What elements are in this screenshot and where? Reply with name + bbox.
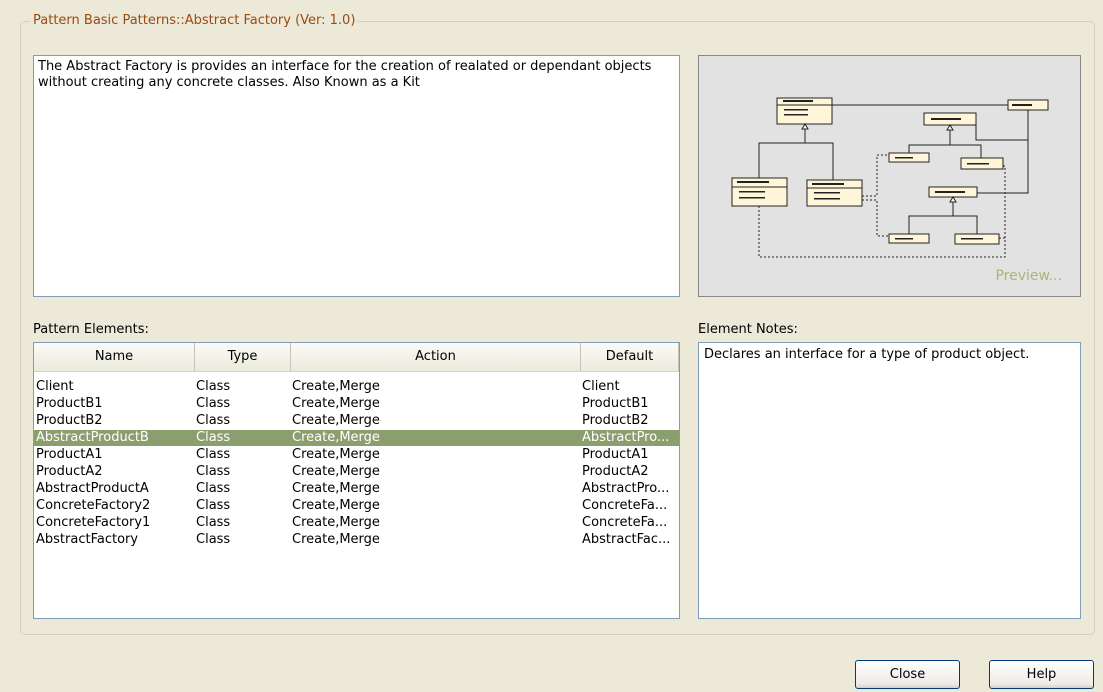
cell-action: Create,Merge (292, 430, 380, 445)
table-row[interactable]: AbstractFactory Class Create,Merge Abstract… (34, 532, 679, 548)
pattern-preview[interactable]: Preview... (698, 55, 1081, 297)
cell-default: ProductB1 (582, 396, 649, 411)
pattern-elements-list[interactable]: Name Type Action Default Client Class Crea… (33, 342, 680, 619)
preview-label: Preview... (995, 268, 1062, 284)
cell-action: Create,Merge (292, 498, 380, 513)
cell-default: Client (582, 379, 620, 394)
cell-action: Create,Merge (292, 515, 380, 530)
cell-action: Create,Merge (292, 447, 380, 462)
table-row[interactable]: ProductB1 Class Create,Merge ProductB1 (34, 396, 679, 412)
cell-name: AbstractProductA (36, 481, 149, 496)
cell-type: Class (196, 413, 231, 428)
cell-name: ProductB1 (36, 396, 103, 411)
uml-diagram-thumbnail (731, 97, 1049, 258)
cell-name: ConcreteFactory1 (36, 515, 151, 530)
cell-type: Class (196, 515, 231, 530)
help-button[interactable]: Help (989, 660, 1094, 689)
cell-action: Create,Merge (292, 481, 380, 496)
table-row[interactable]: ConcreteFactory2 Class Create,Merge Concret… (34, 498, 679, 514)
cell-action: Create,Merge (292, 396, 380, 411)
cell-name: ProductA2 (36, 464, 103, 479)
cell-action: Create,Merge (292, 413, 380, 428)
cell-type: Class (196, 447, 231, 462)
list-header: Name Type Action Default (34, 343, 679, 372)
cell-default: ProductA2 (582, 464, 649, 479)
cell-default: ConcreteFa... (582, 515, 668, 530)
cell-default: ProductB2 (582, 413, 649, 428)
column-header-action[interactable]: Action (291, 343, 581, 371)
element-notes[interactable]: Declares an interface for a type of prod… (698, 342, 1081, 619)
cell-name: AbstractProductB (36, 430, 149, 445)
column-header-type[interactable]: Type (195, 343, 291, 371)
cell-action: Create,Merge (292, 464, 380, 479)
cell-type: Class (196, 379, 231, 394)
cell-default: ConcreteFa... (582, 498, 668, 513)
table-row[interactable]: ProductB2 Class Create,Merge ProductB2 (34, 413, 679, 429)
cell-type: Class (196, 430, 231, 445)
cell-name: Client (36, 379, 74, 394)
table-row[interactable]: ProductA1 Class Create,Merge ProductA1 (34, 447, 679, 463)
cell-type: Class (196, 464, 231, 479)
cell-default: AbstractPro... (582, 481, 670, 496)
group-title: Pattern Basic Patterns::Abstract Factory… (30, 13, 359, 29)
cell-name: ProductB2 (36, 413, 103, 428)
cell-type: Class (196, 532, 231, 547)
table-row[interactable]: ConcreteFactory1 Class Create,Merge Concret… (34, 515, 679, 531)
element-notes-label: Element Notes: (698, 322, 798, 337)
cell-action: Create,Merge (292, 379, 380, 394)
cell-default: AbstractPro... (582, 430, 670, 445)
cell-type: Class (196, 481, 231, 496)
pattern-description[interactable]: The Abstract Factory is provides an inte… (33, 55, 680, 297)
column-header-name[interactable]: Name (34, 343, 195, 371)
cell-name: ConcreteFactory2 (36, 498, 151, 513)
table-row[interactable]: AbstractProductB Class Create,Merge Abstrac… (34, 430, 679, 446)
table-row[interactable]: Client Class Create,Merge Client (34, 379, 679, 395)
table-row[interactable]: AbstractProductA Class Create,Merge Abstrac… (34, 481, 679, 497)
cell-action: Create,Merge (292, 532, 380, 547)
cell-name: AbstractFactory (36, 532, 139, 547)
cell-default: AbstractFac... (582, 532, 671, 547)
cell-type: Class (196, 498, 231, 513)
pattern-elements-label: Pattern Elements: (33, 322, 149, 337)
cell-name: ProductA1 (36, 447, 103, 462)
cell-default: ProductA1 (582, 447, 649, 462)
close-button[interactable]: Close (855, 660, 960, 689)
cell-type: Class (196, 396, 231, 411)
table-row[interactable]: ProductA2 Class Create,Merge ProductA2 (34, 464, 679, 480)
column-header-default[interactable]: Default (581, 343, 679, 371)
